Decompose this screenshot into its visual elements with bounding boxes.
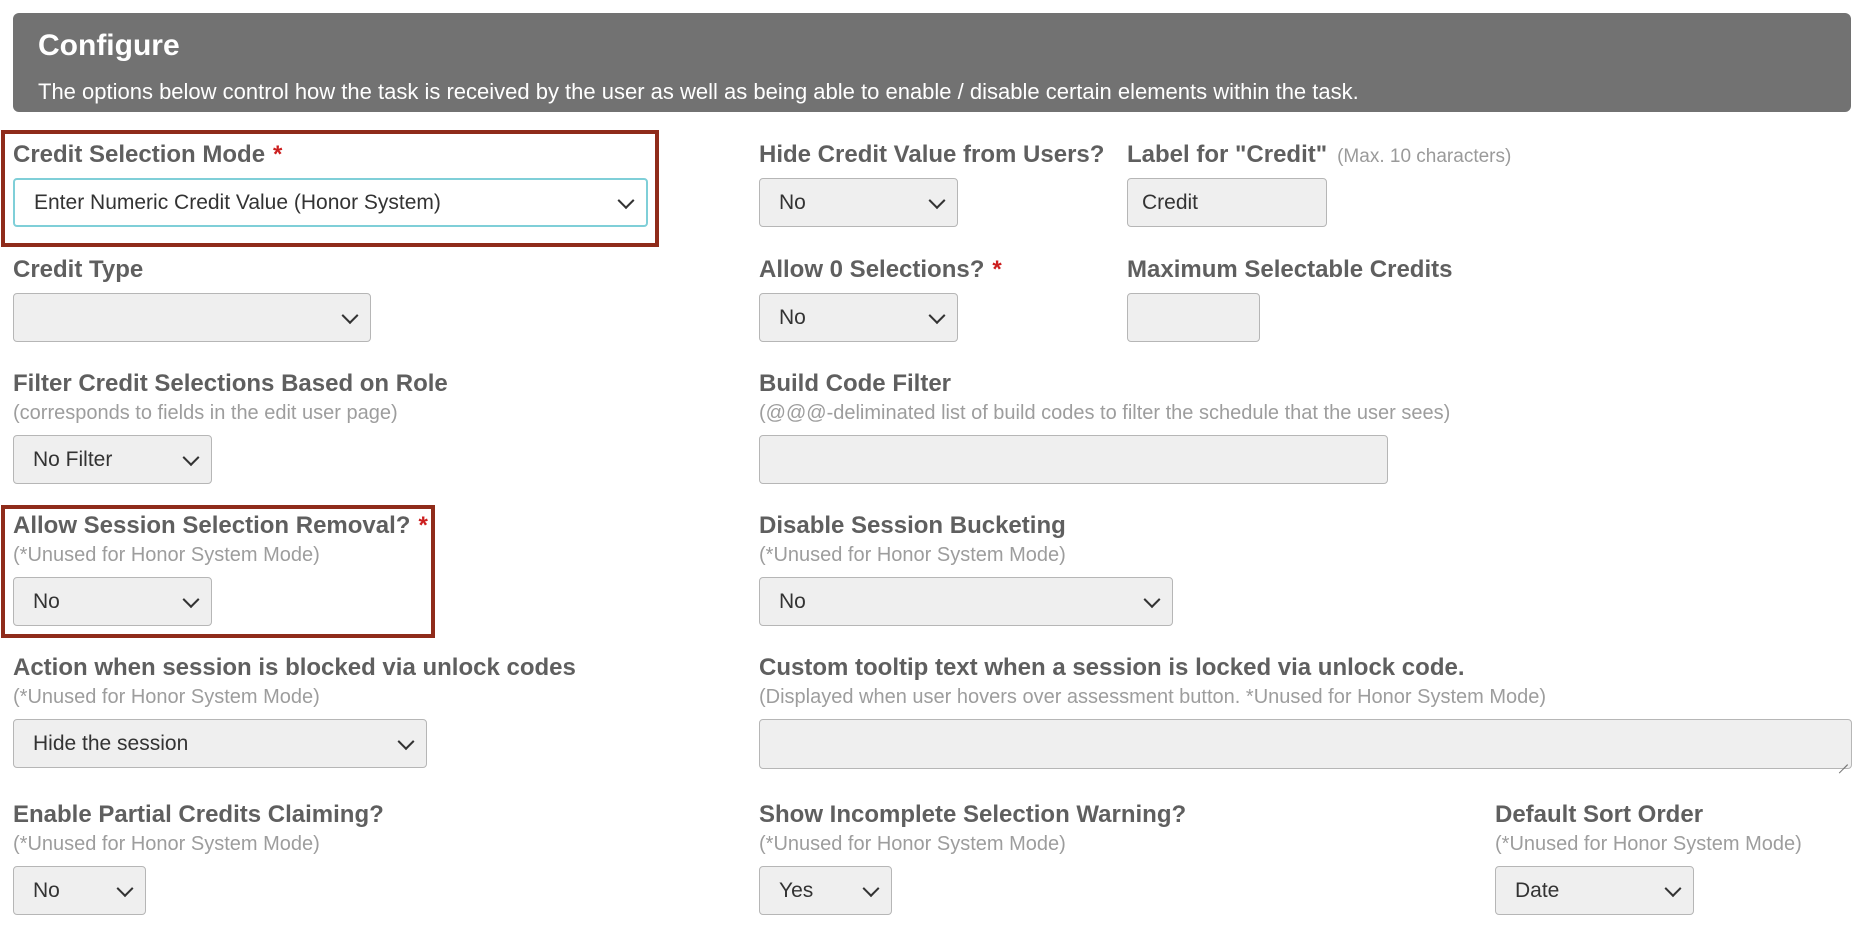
credit-selection-mode-select[interactable]: Enter Numeric Credit Value (Honor System… — [13, 178, 648, 227]
allow-zero-selections-label: Allow 0 Selections? * — [759, 256, 1002, 283]
allow-zero-selections-select[interactable]: No — [759, 293, 958, 342]
chevron-down-icon — [397, 732, 415, 750]
sort-order-label: Default Sort Order — [1495, 801, 1704, 828]
chevron-down-icon — [182, 590, 200, 608]
build-code-filter-input[interactable] — [759, 435, 1388, 484]
blocked-action-select[interactable]: Hide the session — [13, 719, 427, 768]
sort-order-subtext: (*Unused for Honor System Mode) — [1495, 833, 1802, 855]
filter-by-role-subtext: (corresponds to fields in the edit user … — [13, 402, 398, 424]
blocked-action-subtext: (*Unused for Honor System Mode) — [13, 686, 320, 708]
credit-label-label: Label for "Credit" (Max. 10 characters) — [1127, 141, 1512, 168]
filter-by-role-select[interactable]: No Filter — [13, 435, 212, 484]
configure-header: Configure The options below control how … — [13, 13, 1851, 112]
disable-bucketing-label: Disable Session Bucketing — [759, 512, 1066, 539]
custom-tooltip-label: Custom tooltip text when a session is lo… — [759, 654, 1465, 681]
credit-type-select[interactable] — [13, 293, 371, 342]
credit-type-label: Credit Type — [13, 256, 144, 283]
session-removal-select[interactable]: No — [13, 577, 212, 626]
chevron-down-icon — [928, 191, 946, 209]
filter-by-role-label: Filter Credit Selections Based on Role — [13, 370, 448, 397]
chevron-down-icon — [617, 191, 635, 209]
disable-bucketing-select[interactable]: No — [759, 577, 1173, 626]
chevron-down-icon — [1143, 590, 1161, 608]
chevron-down-icon — [341, 306, 359, 324]
chevron-down-icon — [1664, 879, 1682, 897]
custom-tooltip-subtext: (Displayed when user hovers over assessm… — [759, 686, 1547, 708]
session-removal-label: Allow Session Selection Removal? * — [13, 512, 428, 539]
resize-handle-icon[interactable] — [1838, 755, 1848, 765]
partial-credits-select[interactable]: No — [13, 866, 146, 915]
max-selectable-credits-label: Maximum Selectable Credits — [1127, 256, 1453, 283]
page-description: The options below control how the task i… — [38, 79, 1359, 104]
required-asterisk: * — [273, 141, 283, 168]
chevron-down-icon — [862, 879, 880, 897]
partial-credits-label: Enable Partial Credits Claiming? — [13, 801, 384, 828]
custom-tooltip-textarea[interactable] — [759, 719, 1852, 769]
chevron-down-icon — [116, 879, 134, 897]
build-code-filter-label: Build Code Filter — [759, 370, 951, 397]
incomplete-warning-select[interactable]: Yes — [759, 866, 892, 915]
partial-credits-subtext: (*Unused for Honor System Mode) — [13, 833, 320, 855]
sort-order-select[interactable]: Date — [1495, 866, 1694, 915]
required-asterisk: * — [418, 512, 428, 539]
credit-label-input[interactable]: Credit — [1127, 178, 1327, 227]
session-removal-subtext: (*Unused for Honor System Mode) — [13, 544, 320, 566]
hide-credit-value-label: Hide Credit Value from Users? — [759, 141, 1105, 168]
chevron-down-icon — [182, 448, 200, 466]
required-asterisk: * — [992, 256, 1002, 283]
incomplete-warning-label: Show Incomplete Selection Warning? — [759, 801, 1187, 828]
build-code-filter-subtext: (@@@-deliminated list of build codes to … — [759, 402, 1451, 424]
page-title: Configure — [38, 29, 180, 62]
chevron-down-icon — [928, 306, 946, 324]
disable-bucketing-subtext: (*Unused for Honor System Mode) — [759, 544, 1066, 566]
max-selectable-credits-input[interactable] — [1127, 293, 1260, 342]
max-characters-note: (Max. 10 characters) — [1337, 146, 1512, 167]
hide-credit-value-select[interactable]: No — [759, 178, 958, 227]
incomplete-warning-subtext: (*Unused for Honor System Mode) — [759, 833, 1066, 855]
credit-selection-mode-label: Credit Selection Mode * — [13, 141, 283, 168]
blocked-action-label: Action when session is blocked via unloc… — [13, 654, 576, 681]
